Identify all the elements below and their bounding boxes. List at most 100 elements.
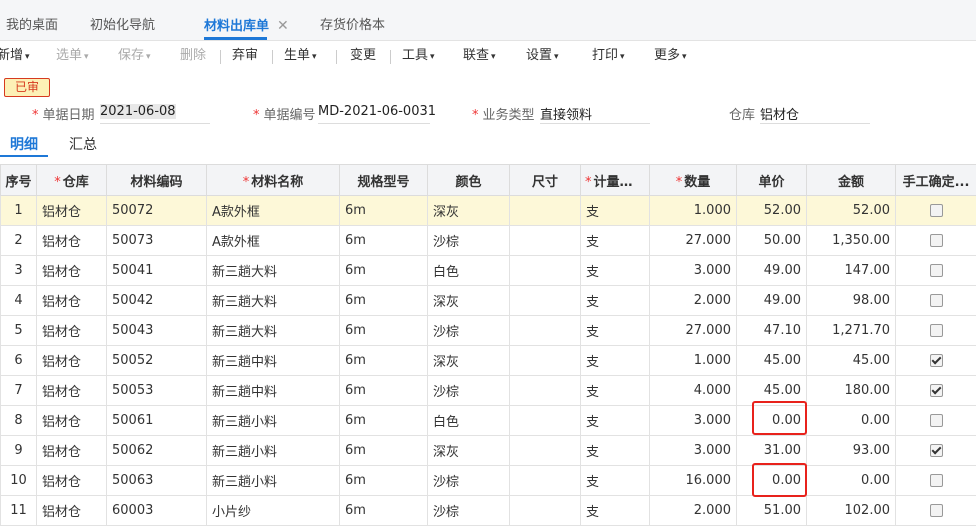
cell-price[interactable]: 0.00 xyxy=(737,406,807,436)
cell-price[interactable]: 0.00 xyxy=(737,466,807,496)
table-row[interactable]: 6铝材仓50052新三趟中料6m深灰支1.00045.0045.00 xyxy=(1,346,976,376)
cell-unit[interactable]: 支 xyxy=(581,436,650,466)
col-size-header[interactable]: 尺寸 xyxy=(510,165,581,196)
cell-size[interactable] xyxy=(510,406,581,436)
cell-code[interactable]: 50052 xyxy=(107,346,207,376)
checkbox-checked[interactable] xyxy=(930,444,943,457)
cell-wh[interactable]: 铝材仓 xyxy=(37,436,107,466)
more-button[interactable]: 更多▾ xyxy=(654,41,687,73)
cell-unit[interactable]: 支 xyxy=(581,226,650,256)
delete-button[interactable]: 删除 xyxy=(180,41,206,73)
cell-no[interactable]: 7 xyxy=(1,376,37,406)
cell-wh[interactable]: 铝材仓 xyxy=(37,196,107,226)
cell-unit[interactable]: 支 xyxy=(581,256,650,286)
linked-query-button[interactable]: 联查▾ xyxy=(463,41,496,73)
change-button[interactable]: 变更 xyxy=(350,41,376,73)
tab-detail[interactable]: 明细 xyxy=(10,134,38,154)
cell-code[interactable]: 50042 xyxy=(107,286,207,316)
col-name-header[interactable]: *材料名称 xyxy=(207,165,340,196)
col-manual-confirm-header[interactable]: 手工确定... xyxy=(896,165,976,196)
col-color-header[interactable]: 颜色 xyxy=(428,165,510,196)
col-amount-header[interactable]: 金额 xyxy=(807,165,896,196)
cell-qty[interactable]: 3.000 xyxy=(650,436,737,466)
cell-no[interactable]: 2 xyxy=(1,226,37,256)
cell-amount[interactable]: 147.00 xyxy=(807,256,896,286)
cell-name[interactable]: A款外框 xyxy=(207,226,340,256)
cell-spec[interactable]: 6m xyxy=(340,496,428,526)
cell-size[interactable] xyxy=(510,226,581,256)
cell-name[interactable]: 新三趟中料 xyxy=(207,376,340,406)
cell-spec[interactable]: 6m xyxy=(340,256,428,286)
cell-color[interactable]: 沙棕 xyxy=(428,466,510,496)
tab-init-nav[interactable]: 初始化导航 xyxy=(90,0,155,40)
cell-price[interactable]: 31.00 xyxy=(737,436,807,466)
cell-no[interactable]: 9 xyxy=(1,436,37,466)
cell-qty[interactable]: 4.000 xyxy=(650,376,737,406)
tools-button[interactable]: 工具▾ xyxy=(402,41,435,73)
cell-amount[interactable]: 98.00 xyxy=(807,286,896,316)
cell-color[interactable]: 深灰 xyxy=(428,346,510,376)
cell-price[interactable]: 47.10 xyxy=(737,316,807,346)
cell-size[interactable] xyxy=(510,196,581,226)
table-row[interactable]: 11铝材仓60003小片纱6m沙棕支2.00051.00102.00 xyxy=(1,496,976,526)
cell-amount[interactable]: 102.00 xyxy=(807,496,896,526)
cell-color[interactable]: 沙棕 xyxy=(428,376,510,406)
table-row[interactable]: 8铝材仓50061新三趟小料6m白色支3.0000.000.00 xyxy=(1,406,976,436)
cell-color[interactable]: 沙棕 xyxy=(428,316,510,346)
cell-size[interactable] xyxy=(510,316,581,346)
cell-name[interactable]: 新三趟小料 xyxy=(207,436,340,466)
cell-name[interactable]: 小片纱 xyxy=(207,496,340,526)
col-spec-header[interactable]: 规格型号 xyxy=(340,165,428,196)
tab-my-desktop[interactable]: 我的桌面 xyxy=(6,0,58,40)
cell-code[interactable]: 60003 xyxy=(107,496,207,526)
cell-price[interactable]: 51.00 xyxy=(737,496,807,526)
tab-price-book[interactable]: 存货价格本 xyxy=(320,0,385,40)
checkbox[interactable] xyxy=(930,294,943,307)
save-button[interactable]: 保存▾ xyxy=(118,41,151,73)
cell-code[interactable]: 50043 xyxy=(107,316,207,346)
cell-wh[interactable]: 铝材仓 xyxy=(37,466,107,496)
cell-size[interactable] xyxy=(510,346,581,376)
tab-material-outbound[interactable]: 材料出库单✕ xyxy=(204,0,289,40)
cell-qty[interactable]: 2.000 xyxy=(650,286,737,316)
cell-color[interactable]: 深灰 xyxy=(428,436,510,466)
table-row[interactable]: 1铝材仓50072A款外框6m深灰支1.00052.0052.00 xyxy=(1,196,976,226)
cell-no[interactable]: 3 xyxy=(1,256,37,286)
cell-price[interactable]: 45.00 xyxy=(737,346,807,376)
cell-color[interactable]: 白色 xyxy=(428,256,510,286)
col-price-header[interactable]: 单价 xyxy=(737,165,807,196)
checkbox-checked[interactable] xyxy=(930,384,943,397)
cell-amount[interactable]: 0.00 xyxy=(807,466,896,496)
cell-code[interactable]: 50053 xyxy=(107,376,207,406)
cell-no[interactable]: 6 xyxy=(1,346,37,376)
cell-spec[interactable]: 6m xyxy=(340,226,428,256)
cell-unit[interactable]: 支 xyxy=(581,376,650,406)
cell-qty[interactable]: 16.000 xyxy=(650,466,737,496)
generate-button[interactable]: 生单▾ xyxy=(284,41,317,73)
cell-size[interactable] xyxy=(510,496,581,526)
cell-no[interactable]: 8 xyxy=(1,406,37,436)
cell-spec[interactable]: 6m xyxy=(340,286,428,316)
col-code-header[interactable]: 材料编码 xyxy=(107,165,207,196)
table-row[interactable]: 4铝材仓50042新三趟大料6m深灰支2.00049.0098.00 xyxy=(1,286,976,316)
cell-size[interactable] xyxy=(510,286,581,316)
cell-price[interactable]: 45.00 xyxy=(737,376,807,406)
table-row[interactable]: 3铝材仓50041新三趟大料6m白色支3.00049.00147.00 xyxy=(1,256,976,286)
cell-spec[interactable]: 6m xyxy=(340,196,428,226)
table-row[interactable]: 7铝材仓50053新三趟中料6m沙棕支4.00045.00180.00 xyxy=(1,376,976,406)
warehouse-field[interactable]: 铝材仓 xyxy=(760,104,870,124)
cell-price[interactable]: 50.00 xyxy=(737,226,807,256)
cell-qty[interactable]: 3.000 xyxy=(650,256,737,286)
cell-wh[interactable]: 铝材仓 xyxy=(37,286,107,316)
cell-code[interactable]: 50072 xyxy=(107,196,207,226)
cell-wh[interactable]: 铝材仓 xyxy=(37,376,107,406)
checkbox[interactable] xyxy=(930,414,943,427)
cell-color[interactable]: 沙棕 xyxy=(428,226,510,256)
abandon-audit-button[interactable]: 弃审 xyxy=(232,41,258,73)
biz-type-field[interactable]: 直接领料 xyxy=(540,104,650,124)
cell-wh[interactable]: 铝材仓 xyxy=(37,256,107,286)
cell-price[interactable]: 49.00 xyxy=(737,286,807,316)
checkbox[interactable] xyxy=(930,474,943,487)
col-no-header[interactable]: 序号 xyxy=(1,165,37,196)
cell-code[interactable]: 50062 xyxy=(107,436,207,466)
